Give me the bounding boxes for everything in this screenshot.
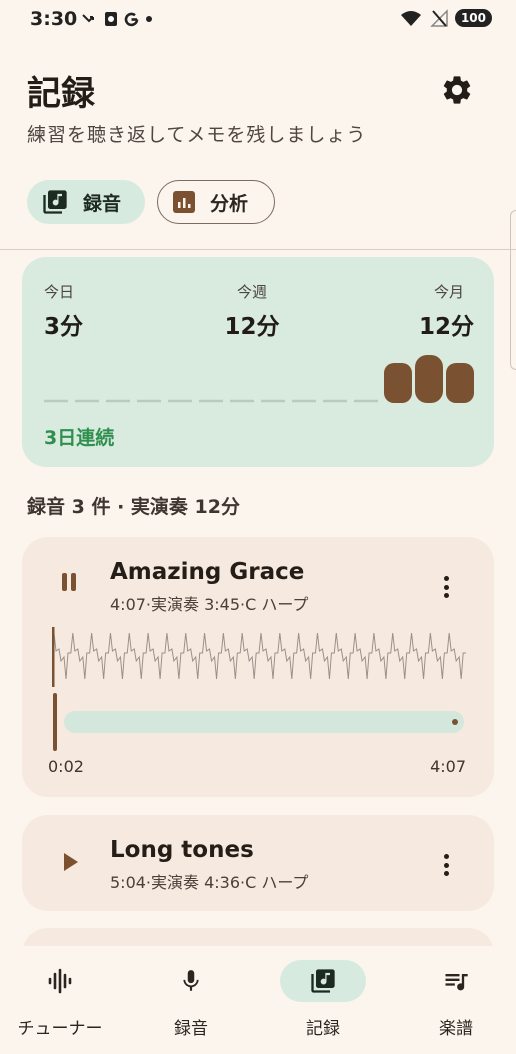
nav-item-sheet-music[interactable]: 楽譜 xyxy=(396,960,516,1039)
practice-stats-card: 今日 3分 今週 12分 今月 12分 3日連続 xyxy=(22,257,494,467)
more-icon xyxy=(443,576,449,581)
system-icons: 100 xyxy=(399,9,492,27)
more-options-button[interactable] xyxy=(440,851,452,879)
nav-item-record[interactable]: 録音 xyxy=(131,960,251,1039)
pause-button[interactable] xyxy=(56,569,82,595)
nav-item-history[interactable]: 記録 xyxy=(263,960,383,1039)
mic-icon xyxy=(183,970,199,991)
google-icon xyxy=(124,12,139,26)
gear-icon xyxy=(443,76,471,104)
recording-title: Amazing Grace xyxy=(110,559,305,585)
sheet-music-icon xyxy=(445,974,468,991)
today-value: 3分 xyxy=(44,314,84,340)
nav-icon-container xyxy=(148,960,234,1002)
nav-icon-container xyxy=(17,960,103,1002)
tab-recordings[interactable]: 録音 xyxy=(27,180,145,224)
more-icon-dot xyxy=(443,593,449,598)
analytics-icon xyxy=(173,191,195,213)
month-value: 12分 xyxy=(418,314,474,340)
header-divider xyxy=(0,249,516,250)
nav-icon-container xyxy=(413,960,499,1002)
wifi-icon xyxy=(400,11,421,26)
missed-call-icon xyxy=(82,14,94,23)
more-icon-dot xyxy=(443,871,449,876)
day-bar xyxy=(446,363,474,403)
recording-meta: 4:07·実演奏 3:45·C ハープ xyxy=(110,595,309,614)
nav-label-sheet-music: 楽譜 xyxy=(439,1019,473,1039)
day-bar xyxy=(415,355,443,403)
more-icon-dot xyxy=(443,862,449,868)
nav-item-tuner[interactable]: チューナー xyxy=(0,960,120,1039)
more-icon-dot xyxy=(443,584,449,590)
waveform-path xyxy=(52,632,466,680)
seek-bar[interactable] xyxy=(64,711,464,733)
status-time: 3:30 xyxy=(30,8,78,30)
waveform-playhead xyxy=(52,627,55,687)
page-title: 記録 xyxy=(27,74,95,114)
week-value: 12分 xyxy=(224,314,280,340)
nav-label-tuner: チューナー xyxy=(17,1019,103,1039)
recording-card[interactable]: Long tones 5:04·実演奏 4:36·C ハープ xyxy=(22,815,494,911)
scroll-handle[interactable] xyxy=(510,210,516,370)
week-label: 今週 xyxy=(236,283,267,301)
notification-icons xyxy=(82,10,153,28)
battery-indicator: 100 xyxy=(454,9,492,27)
recording-meta: 5:04·実演奏 4:36·C ハープ xyxy=(110,873,309,892)
month-label: 今月 xyxy=(433,283,464,301)
play-icon xyxy=(64,853,78,871)
tab-analysis[interactable]: 分析 xyxy=(157,180,275,224)
recording-card[interactable]: Amazing Grace 4:07·実演奏 3:45·C ハープ 0:02 4… xyxy=(22,537,494,797)
end-marker xyxy=(452,719,458,725)
no-signal-icon xyxy=(430,9,448,27)
more-options-button[interactable] xyxy=(440,573,452,601)
tab-analysis-label: 分析 xyxy=(210,192,249,215)
today-label: 今日 xyxy=(44,283,75,301)
status-bar: 3:30 100 xyxy=(0,0,516,40)
current-time: 0:02 xyxy=(48,757,84,776)
waveform-icon xyxy=(48,968,72,994)
tab-recordings-label: 録音 xyxy=(83,192,122,215)
app-notification-icon xyxy=(105,12,117,26)
total-duration: 4:07 xyxy=(430,757,466,776)
recordings-summary: 録音 3 件 · 実演奏 12分 xyxy=(27,496,240,518)
nav-label-history: 記録 xyxy=(306,1019,340,1039)
nav-icon-container-active xyxy=(280,960,366,1002)
music-library-icon xyxy=(311,969,335,993)
more-icon xyxy=(443,854,449,859)
bottom-navigation: チューナー 録音 記録 楽譜 xyxy=(0,946,516,1054)
daily-activity-chart xyxy=(44,355,474,403)
settings-button[interactable] xyxy=(440,73,474,107)
day-bar xyxy=(384,363,412,403)
play-button[interactable] xyxy=(60,851,82,873)
music-library-icon xyxy=(43,190,67,214)
playhead-marker xyxy=(53,693,57,751)
pause-icon xyxy=(62,573,76,591)
page-subtitle: 練習を聴き返してメモを残しましょう xyxy=(27,124,367,146)
streak-label: 3日連続 xyxy=(44,427,115,449)
nav-label-record: 録音 xyxy=(174,1019,208,1039)
waveform[interactable] xyxy=(52,627,466,687)
recording-title: Long tones xyxy=(110,837,254,863)
dot-icon xyxy=(146,16,152,22)
